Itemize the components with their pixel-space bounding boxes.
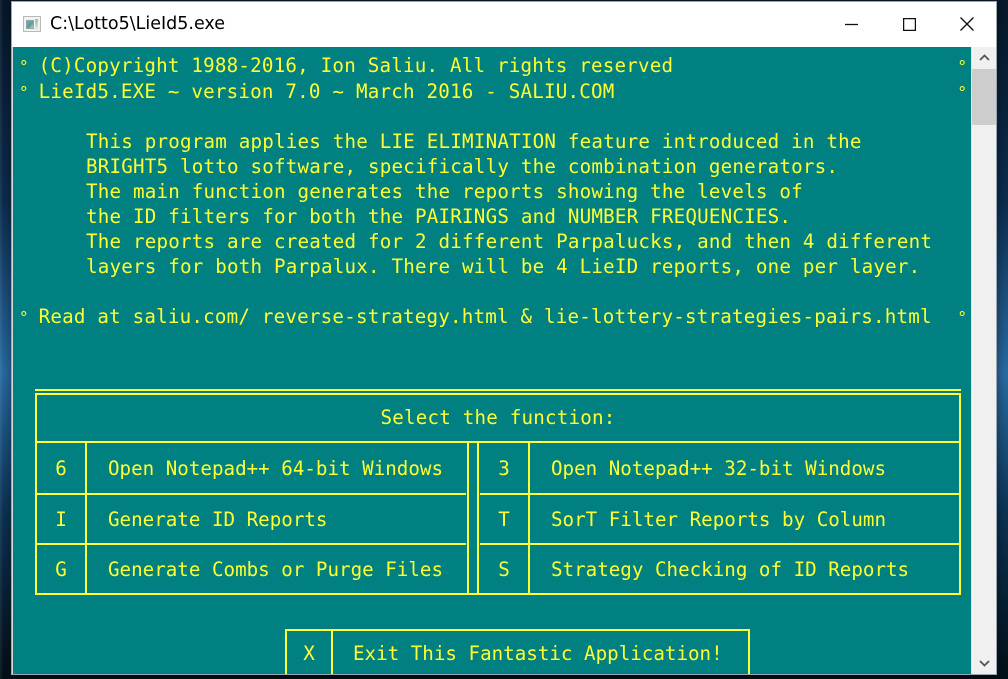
console-area: ° (C)Copyright 1988-2016, Ion Saliu. All… xyxy=(12,47,996,674)
description-line: BRIGHT5 lotto software, specifically the… xyxy=(86,155,839,179)
degree-marker-left: ° xyxy=(19,83,29,102)
menu-left-column: 6 Open Notepad++ 64-bit Windows I Genera… xyxy=(37,443,466,593)
menu-grid: 6 Open Notepad++ 64-bit Windows I Genera… xyxy=(35,443,961,593)
vertical-scrollbar[interactable] xyxy=(971,47,996,674)
minimize-button[interactable] xyxy=(822,2,880,46)
close-button[interactable] xyxy=(938,2,996,46)
console-header-line: ° (C)Copyright 1988-2016, Ion Saliu. All… xyxy=(13,53,971,79)
console-header-line: ° LieId5.EXE ~ version 7.0 ~ March 2016 … xyxy=(13,79,971,105)
screen: C:\Lotto5\LieId5.exe ° (C)Copyright 1988… xyxy=(0,0,1008,679)
maximize-button[interactable] xyxy=(880,2,938,46)
description-line: the ID filters for both the PAIRINGS and… xyxy=(86,205,792,229)
description-line: layers for both Parpalux. There will be … xyxy=(86,255,921,279)
menu-item-6[interactable]: 6 Open Notepad++ 64-bit Windows xyxy=(37,443,466,493)
menu-header: Select the function: xyxy=(35,395,961,441)
menu-column-divider xyxy=(466,443,480,593)
degree-marker-right: ° xyxy=(957,57,967,76)
chevron-up-icon xyxy=(978,54,990,61)
menu-label: Generate Combs or Purge Files xyxy=(108,557,444,581)
copyright-text: (C)Copyright 1988-2016, Ion Saliu. All r… xyxy=(38,54,674,77)
menu-item-3[interactable]: 3 Open Notepad++ 32-bit Windows xyxy=(480,443,959,493)
maximize-icon xyxy=(902,17,916,31)
window-title: C:\Lotto5\LieId5.exe xyxy=(50,14,226,34)
menu-label: Strategy Checking of ID Reports xyxy=(551,557,910,581)
title-bar[interactable]: C:\Lotto5\LieId5.exe xyxy=(12,2,996,47)
minimize-icon xyxy=(844,23,858,25)
degree-marker-right: ° xyxy=(957,307,967,327)
description-line: This program applies the LIE ELIMINATION… xyxy=(86,130,862,153)
exit-box: X Exit This Fantastic Application! xyxy=(285,629,750,674)
exit-key: X xyxy=(303,641,315,665)
menu-label: SorT Filter Reports by Column xyxy=(551,507,887,531)
menu-key: S xyxy=(498,557,510,581)
scroll-down-button[interactable] xyxy=(972,652,996,674)
description-line: The reports are created for 2 different … xyxy=(86,230,933,254)
menu-item-s[interactable]: S Strategy Checking of ID Reports xyxy=(480,543,959,593)
read-at-text: Read at saliu.com/ reverse-strategy.html… xyxy=(38,304,932,328)
menu-key: 6 xyxy=(55,456,67,480)
menu-key: 3 xyxy=(498,456,510,480)
menu-label: Open Notepad++ 64-bit Windows xyxy=(108,456,444,480)
menu-item-g[interactable]: G Generate Combs or Purge Files xyxy=(37,543,466,593)
menu-item-t[interactable]: T SorT Filter Reports by Column xyxy=(480,493,959,543)
version-text: LieId5.EXE ~ version 7.0 ~ March 2016 - … xyxy=(38,80,615,103)
console-output: ° (C)Copyright 1988-2016, Ion Saliu. All… xyxy=(13,47,971,674)
menu-item-i[interactable]: I Generate ID Reports xyxy=(37,493,466,543)
degree-marker-right: ° xyxy=(957,83,967,102)
menu-right-column: 3 Open Notepad++ 32-bit Windows T SorT F… xyxy=(480,443,959,593)
menu-key: G xyxy=(55,557,67,581)
menu-key: T xyxy=(498,507,510,531)
menu-item-x[interactable]: X Exit This Fantastic Application! xyxy=(285,631,750,674)
degree-marker-left: ° xyxy=(19,57,29,76)
menu-bottom-border xyxy=(35,593,961,595)
exit-label: Exit This Fantastic Application! xyxy=(353,641,723,665)
console-header-block: ° (C)Copyright 1988-2016, Ion Saliu. All… xyxy=(13,47,971,105)
read-at-line: ° Read at saliu.com/ reverse-strategy.ht… xyxy=(13,304,971,330)
menu-title: Select the function: xyxy=(380,406,616,430)
scroll-up-button[interactable] xyxy=(972,47,996,69)
console-window: C:\Lotto5\LieId5.exe ° (C)Copyright 1988… xyxy=(12,2,996,674)
function-menu-box: Select the function: 6 Open Notepad++ 64… xyxy=(35,389,961,595)
window-controls xyxy=(822,2,996,46)
description-line: The main function generates the reports … xyxy=(86,180,803,204)
description-paragraph: This program applies the LIE ELIMINATION… xyxy=(13,105,971,280)
menu-key: I xyxy=(55,507,67,531)
console-window-icon xyxy=(23,16,41,32)
menu-label: Generate ID Reports xyxy=(108,507,328,531)
chevron-down-icon xyxy=(978,660,990,667)
scroll-thumb[interactable] xyxy=(972,69,996,125)
degree-marker-left: ° xyxy=(19,307,29,327)
menu-label: Open Notepad++ 32-bit Windows xyxy=(551,456,887,480)
scroll-track[interactable] xyxy=(972,69,996,652)
close-icon xyxy=(960,17,974,31)
